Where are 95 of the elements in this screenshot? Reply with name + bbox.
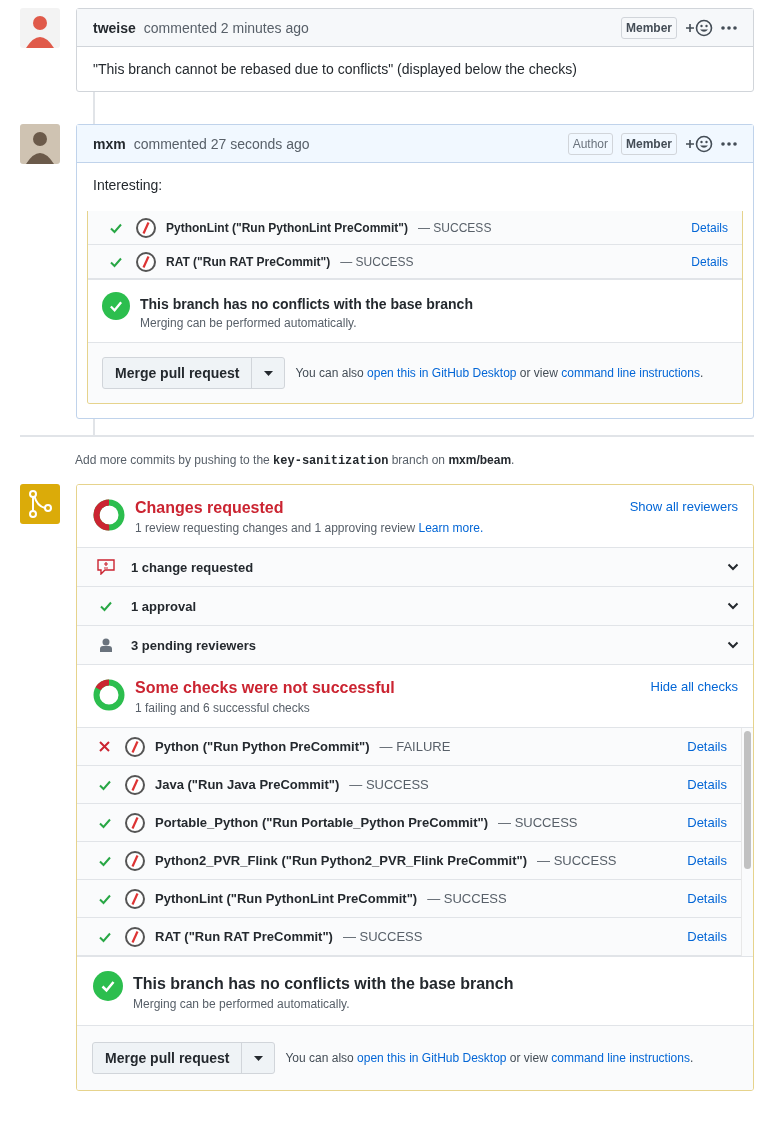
check-icon [99,778,111,791]
compass-icon [125,888,145,909]
caret-icon [253,1055,263,1061]
alternative-text: You can also open this in GitHub Desktop or view command line instructions. [285,1051,694,1065]
review-row[interactable]: 1 change requested [77,548,753,587]
branch-icon [20,484,60,524]
show-reviewers-link[interactable]: Show all reviewers [629,499,738,535]
check-result: — SUCCESS [418,220,493,235]
x-icon [99,741,110,752]
hide-checks-link[interactable]: Hide all checks [650,679,738,715]
compass-icon [125,774,145,795]
check-name: PythonLint ("Run PythonLint PreCommit") [166,220,409,235]
learn-more-link[interactable]: Learn more. [418,521,484,535]
check-result: — SUCCESS [498,815,579,830]
check-result: — SUCCESS [349,777,430,792]
merge-button[interactable]: Merge pull request [103,358,253,388]
check-name: Python ("Run Python PreCommit") [155,739,370,754]
check-name: Portable_Python ("Run Portable_Python PreCommit") [155,815,489,830]
review-row[interactable]: 1 approval [77,587,753,626]
push-note: Add more commits by pushing to the key-sanitization branch on mxm/beam. [75,453,516,468]
merge-status-subtitle: Merging can be performed automatically. [133,997,351,1011]
review-row[interactable]: 3 pending reviewers [77,626,753,665]
check-name: RAT ("Run RAT PreCommit") [166,254,331,269]
check-icon [99,816,111,829]
caret-icon [263,370,273,376]
details-link[interactable]: Details [687,853,727,868]
comment-time: commented 2 minutes ago [143,19,310,36]
more-icon[interactable] [721,24,737,31]
role-label: Member [621,16,677,39]
review-label: 1 change requested [131,559,255,575]
desktop-link[interactable]: open this in GitHub Desktop [367,366,517,380]
check-name: RAT ("Run RAT PreCommit") [155,929,333,944]
compass-icon [136,217,156,238]
add-reaction-icon[interactable] [685,18,713,37]
compass-icon [125,926,145,947]
check-icon [99,854,111,867]
alternative-text: You can also open this in GitHub Desktop or view command line instructions. [295,366,704,380]
details-link[interactable]: Details [691,254,728,269]
check-icon [99,930,111,943]
details-link[interactable]: Details [687,815,727,830]
check-result: — SUCCESS [427,891,508,906]
comment-body: "This branch cannot be rebased due to conflicts" (displayed below the checks) [92,60,578,79]
instructions-link[interactable]: command line instructions [551,1051,690,1065]
details-link[interactable]: Details [687,739,727,754]
review-label: 1 approval [131,598,198,614]
check-name: Java ("Run Java PreCommit") [155,777,340,792]
details-link[interactable]: Details [687,777,727,792]
more-icon[interactable] [721,140,737,147]
compass-icon [125,850,145,871]
check-icon [110,221,122,234]
merge-button[interactable]: Merge pull request [93,1043,243,1073]
details-link[interactable]: Details [687,891,727,906]
desktop-link[interactable]: open this in GitHub Desktop [357,1051,507,1065]
compass-icon [136,251,156,272]
comment-author[interactable]: mxm [93,135,126,152]
review-label: 3 pending reviewers [131,637,257,653]
chevron-down-icon[interactable] [727,563,739,571]
check-icon [100,600,112,612]
check-name: Python2_PVR_Flink ("Run Python2_PVR_Flink PreCommit") [155,853,528,868]
check-icon [99,892,111,905]
check-name: PythonLint ("Run PythonLint PreCommit") [155,891,418,906]
chevron-down-icon[interactable] [727,602,739,610]
check-result: — SUCCESS [340,254,415,269]
merge-status-title: This branch has no conflicts with the base branch [140,296,473,312]
comment-time: commented 27 seconds ago [133,135,311,152]
compass-icon [125,812,145,833]
check-result: — SUCCESS [537,853,618,868]
merge-status-subtitle: Merging can be performed automatically. [140,316,358,330]
details-link[interactable]: Details [691,220,728,235]
comment-body: Interesting: [92,176,164,195]
role-label: Author [567,132,613,155]
donut-icon [93,679,125,711]
comment-author[interactable]: tweise [93,19,136,36]
instructions-link[interactable]: command line instructions [561,366,700,380]
checks-status-title: Some checks were not successful [135,679,396,697]
file-diff-icon [97,559,115,575]
details-link[interactable]: Details [687,929,727,944]
checks-summary: 1 failing and 6 successful checks [135,701,311,715]
review-status-title: Changes requested [135,499,285,517]
check-icon [110,255,122,268]
check-result: — SUCCESS [342,929,424,944]
review-summary: 1 review requesting changes and 1 approving review Learn more. [135,521,485,535]
role-label: Member [621,132,677,155]
add-reaction-icon[interactable] [685,134,713,153]
compass-icon [125,736,145,757]
check-result: — FAILURE [379,739,452,754]
check-circle-icon [93,971,123,1001]
scrollbar[interactable] [741,728,753,956]
check-circle-icon [102,292,130,320]
merge-status-title: This branch has no conflicts with the base branch [133,975,514,993]
chevron-down-icon[interactable] [727,641,739,649]
avatar [20,124,60,164]
avatar [20,8,60,48]
person-icon [100,638,112,652]
donut-icon [93,499,125,531]
